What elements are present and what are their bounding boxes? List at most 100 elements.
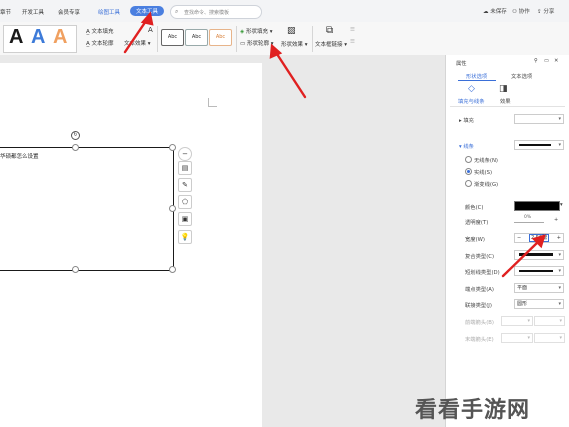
ribbon-toolbar: A A A A̲ 文本填充 A̲ 文本轮廓 文本效果 ▾ A Abc Abc A… (0, 22, 569, 56)
join-type-dropdown[interactable]: 圆形 ▾ (514, 299, 564, 309)
sync-status[interactable]: ☁ 未保存 (483, 7, 507, 15)
tab-chapter[interactable]: 章节 (0, 8, 11, 16)
selected-rectangle-shape[interactable] (0, 147, 174, 271)
resize-handle-bottom[interactable] (72, 266, 79, 273)
wordart-style-black[interactable]: A (9, 27, 23, 47)
subtab-effect[interactable]: 效果 (500, 97, 511, 105)
pen-icon[interactable]: ✎ (178, 178, 192, 192)
radio-no-line[interactable] (465, 156, 472, 163)
transparency-stepper[interactable]: + (554, 217, 558, 223)
tab-text-options[interactable]: 文本选项 (511, 72, 532, 80)
shape-style-3[interactable]: Abc (209, 29, 232, 46)
text-fill-button[interactable]: A̲ 文本填充 (86, 27, 114, 35)
text-fill-icon: A̲ (86, 29, 90, 35)
ribbon-separator (236, 26, 237, 52)
page-margin-marker (208, 98, 217, 107)
outline-quick-icon[interactable]: ▣ (178, 212, 192, 226)
transparency-slider[interactable] (514, 222, 544, 223)
dash-type-label: 短划线类型(D) (465, 270, 500, 276)
fill-dropdown[interactable]: ▾ (514, 114, 564, 124)
paint-bucket-icon: ◈ (240, 29, 245, 35)
transparency-value[interactable]: 0% (522, 214, 554, 222)
search-input[interactable]: 查找命令、搜索模板 (184, 9, 229, 16)
fill-section-toggle[interactable]: ▸ 填充 (459, 116, 474, 124)
text-effect-button[interactable]: 文本效果 ▾ (124, 39, 151, 47)
resize-handle-top-right[interactable] (169, 144, 176, 151)
subtab-fill-line[interactable]: 填充与线条 (458, 97, 485, 105)
end-arrow-type-dropdown[interactable]: ▾ (501, 333, 533, 343)
text-outline-icon: A̲ (86, 41, 90, 47)
search-icon: ⌕ (175, 8, 179, 15)
line-preview (519, 144, 551, 146)
radio-no-line-label: 无线条(N) (474, 158, 498, 164)
text-outline-button[interactable]: A̲ 文本轮廓 (86, 39, 114, 47)
radio-gradient-line[interactable] (465, 180, 472, 187)
lightbulb-icon[interactable]: 💡 (178, 230, 192, 244)
wordart-style-orange[interactable]: A (53, 27, 67, 47)
panel-title: 属性 (456, 61, 467, 67)
tab-developer[interactable]: 开发工具 (22, 8, 44, 16)
distribute-icon[interactable]: ☰ (350, 39, 355, 45)
panel-close-icon[interactable]: ✕ (554, 58, 558, 64)
tab-shape-options[interactable]: 形状选项 (466, 72, 487, 80)
end-arrow-size-dropdown[interactable]: ▾ (534, 333, 565, 343)
begin-arrow-type-dropdown[interactable]: ▾ (501, 316, 533, 326)
cap-type-label: 端点类型(A) (465, 287, 494, 293)
width-stepper[interactable]: −2.50磅 + (514, 233, 564, 243)
compound-type-label: 复合类型(C) (465, 254, 495, 260)
watermark-logo: 看看手游网 (415, 398, 531, 423)
line-style-dropdown[interactable]: ▾ (514, 140, 564, 150)
fill-line-icon: ◇ (468, 84, 475, 94)
text-effect-icon: A (148, 26, 153, 34)
outline-icon: ▭ (240, 41, 246, 47)
dash-preview (519, 270, 553, 272)
compound-type-dropdown[interactable]: ▾ (514, 250, 564, 260)
shape-effect-icon: ▨ (287, 26, 296, 36)
layout-icon[interactable]: ▤ (178, 161, 192, 175)
shape-fill-quick-icon[interactable]: ⬠ (178, 195, 192, 209)
join-type-label: 联接类型(J) (465, 303, 492, 309)
share-button[interactable]: ⇪ 分享 (537, 7, 554, 15)
compound-preview (519, 253, 553, 256)
color-picker[interactable] (514, 201, 560, 211)
width-label: 宽度(W) (465, 237, 485, 243)
wordart-style-blue[interactable]: A (31, 27, 45, 47)
collapse-icon[interactable]: − (178, 147, 192, 161)
color-dropdown-arrow-icon[interactable]: ▾ (560, 202, 563, 208)
shape-text[interactable]: 华硕都怎么设置 (0, 152, 39, 160)
shape-outline-button[interactable]: ▭ 形状轮廓 ▾ (240, 39, 273, 47)
dash-type-dropdown[interactable]: ▾ (514, 266, 564, 276)
color-label: 颜色(C) (465, 205, 484, 211)
radio-gradient-line-label: 渐变线(G) (474, 182, 499, 188)
textbox-link-button[interactable]: 文本框链接 ▾ (315, 40, 347, 48)
align-icon[interactable]: ☰ (350, 27, 355, 33)
resize-handle-top[interactable] (72, 144, 79, 151)
divider (450, 106, 565, 107)
effect-icon: ◨ (499, 84, 508, 94)
width-value[interactable]: 2.50磅 (529, 234, 550, 242)
title-tab-bar: 章节 开发工具 会员专享 绘图工具 文本工具 ⌕ 查找命令、搜索模板 ☁ 未保存… (0, 0, 569, 23)
property-panel: 属性 ⚲ ▭ ✕ 形状选项 文本选项 ◇ ◨ 填充与线条 效果 ▸ 填充 ▾ ▾… (445, 55, 569, 427)
transparency-label: 透明度(T) (465, 220, 489, 226)
line-section-toggle[interactable]: ▾ 线条 (459, 142, 474, 150)
tab-drawing-tools[interactable]: 绘图工具 (98, 8, 120, 16)
tab-text-tools[interactable]: 文本工具 (130, 6, 165, 16)
resize-handle-right[interactable] (169, 205, 176, 212)
collab-button[interactable]: ⚇ 协作 (512, 7, 530, 15)
shape-style-1[interactable]: Abc (161, 29, 184, 46)
panel-restore-icon[interactable]: ▭ (544, 58, 549, 64)
shape-style-2[interactable]: Abc (185, 29, 208, 46)
radio-solid-line[interactable] (465, 168, 472, 175)
shape-effect-button[interactable]: 形状效果 ▾ (281, 40, 308, 48)
begin-arrow-size-dropdown[interactable]: ▾ (534, 316, 565, 326)
panel-pin-icon[interactable]: ⚲ (534, 58, 538, 64)
search-box[interactable]: ⌕ 查找命令、搜索模板 (170, 5, 262, 19)
resize-handle-bottom-right[interactable] (169, 266, 176, 273)
begin-arrow-label: 前端箭头(B) (465, 320, 494, 326)
rotate-handle-icon[interactable]: ↻ (71, 131, 80, 140)
active-tab-underline (458, 80, 496, 81)
tab-member[interactable]: 会员专享 (58, 8, 80, 16)
radio-solid-line-label: 实线(S) (474, 170, 493, 176)
cap-type-dropdown[interactable]: 平面 ▾ (514, 283, 564, 293)
shape-fill-button[interactable]: ◈ 形状填充 ▾ (240, 27, 273, 35)
